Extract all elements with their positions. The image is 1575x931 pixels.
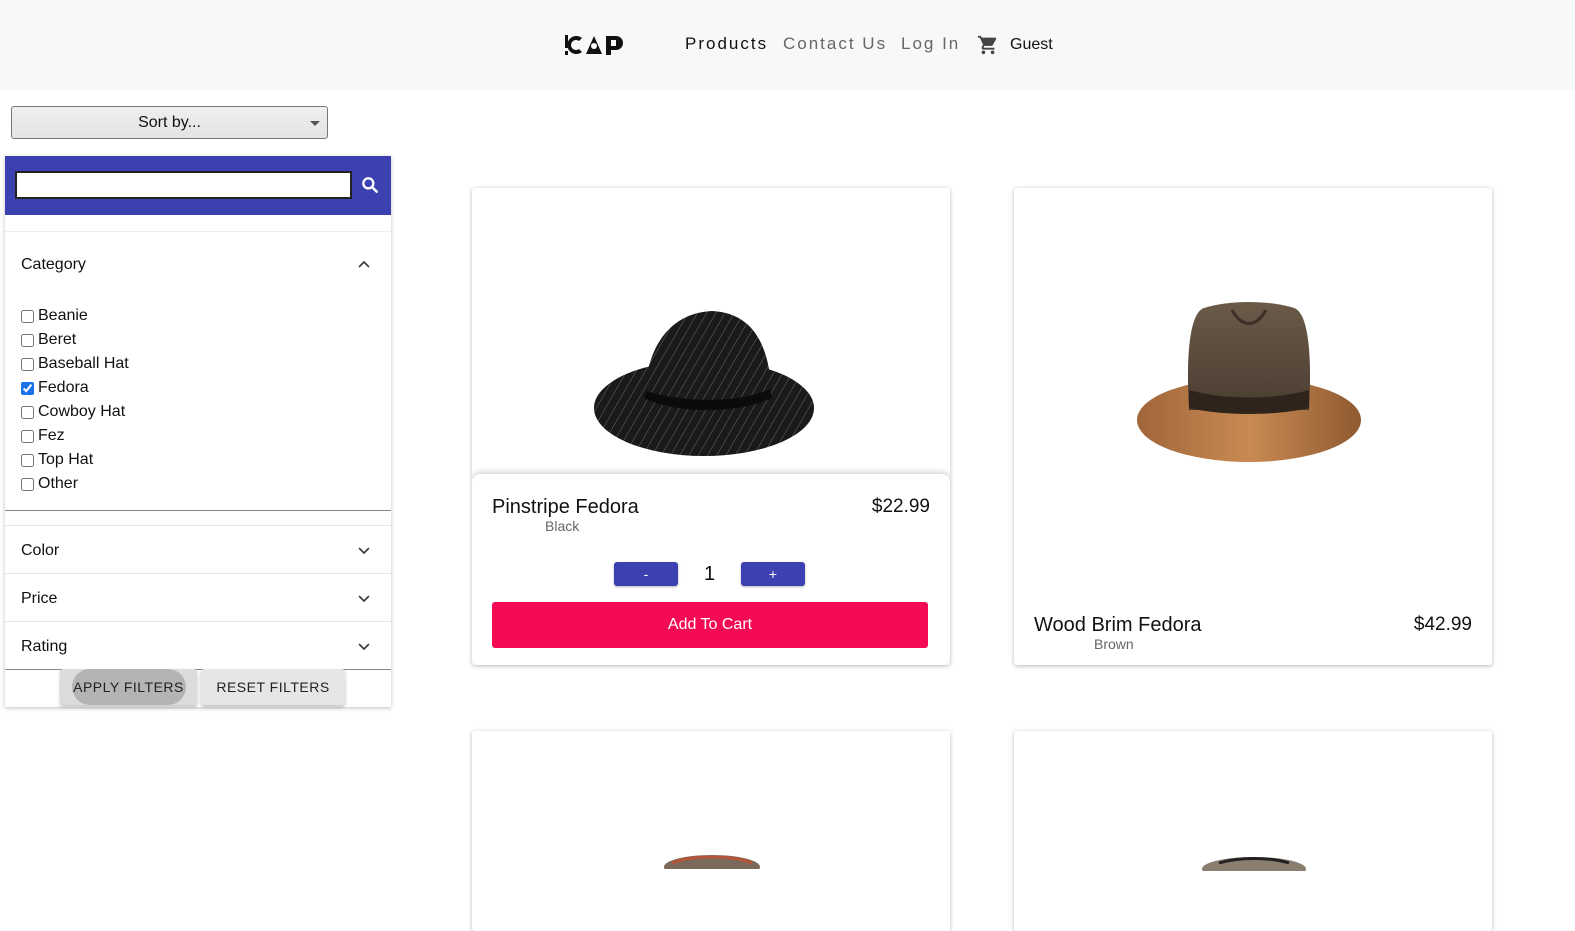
product-card[interactable]: Pinstripe Fedora Black $22.99 - 1 + Add … xyxy=(472,188,950,665)
checkbox-cowboy-hat[interactable] xyxy=(21,405,34,419)
hat-image xyxy=(1202,857,1306,871)
product-card[interactable]: Wood Brim Fedora Brown $42.99 xyxy=(1014,188,1492,665)
category-item-beret[interactable]: Beret xyxy=(21,328,129,352)
category-label: Other xyxy=(38,475,79,492)
checkbox-baseball-hat[interactable] xyxy=(21,357,34,371)
product-card[interactable] xyxy=(472,731,950,931)
product-name[interactable]: Wood Brim Fedora xyxy=(1034,613,1201,637)
category-item-other[interactable]: Other xyxy=(21,472,129,496)
category-label: Fez xyxy=(38,427,65,444)
product-name[interactable]: Pinstripe Fedora xyxy=(492,495,639,519)
color-title: Color xyxy=(21,542,60,559)
category-item-fez[interactable]: Fez xyxy=(21,424,129,448)
checkbox-beret[interactable] xyxy=(21,333,34,347)
product-info-panel: Pinstripe Fedora Black $22.99 - 1 + Add … xyxy=(472,474,950,665)
checkbox-fedora[interactable] xyxy=(21,381,34,395)
chevron-up-icon xyxy=(358,260,370,268)
category-label: Cowboy Hat xyxy=(38,403,126,420)
color-section-header[interactable]: Color xyxy=(5,525,391,573)
search-input[interactable] xyxy=(15,171,352,199)
reset-filters-button[interactable]: RESET FILTERS xyxy=(201,669,345,705)
filter-panel: Category Beanie Beret Baseball Hat Fedor… xyxy=(5,156,391,707)
price-title: Price xyxy=(21,590,58,607)
product-color: Brown xyxy=(1094,636,1134,652)
product-price: $22.99 xyxy=(871,496,930,517)
category-label: Baseball Hat xyxy=(38,355,129,372)
product-card[interactable] xyxy=(1014,731,1492,931)
category-label: Fedora xyxy=(38,379,89,396)
user-name[interactable]: Guest xyxy=(1010,34,1053,56)
rating-section-header[interactable]: Rating xyxy=(5,621,391,669)
price-section-header[interactable]: Price xyxy=(5,573,391,621)
sort-select[interactable]: Sort by... xyxy=(11,106,328,139)
category-item-fedora[interactable]: Fedora xyxy=(21,376,129,400)
category-title: Category xyxy=(21,256,86,273)
add-to-cart-button[interactable]: Add To Cart xyxy=(492,602,928,648)
quantity-value[interactable]: 1 xyxy=(678,562,741,586)
chevron-down-icon xyxy=(358,595,370,603)
chevron-down-icon xyxy=(358,547,370,555)
nav-products[interactable]: Products xyxy=(685,33,768,55)
category-item-beanie[interactable]: Beanie xyxy=(21,304,129,328)
quantity-decrease-button[interactable]: - xyxy=(614,562,678,586)
section-divider xyxy=(5,510,391,511)
category-item-baseball-hat[interactable]: Baseball Hat xyxy=(21,352,129,376)
category-list: Beanie Beret Baseball Hat Fedora Cowboy … xyxy=(21,304,129,496)
category-item-cowboy-hat[interactable]: Cowboy Hat xyxy=(21,400,129,424)
checkbox-other[interactable] xyxy=(21,477,34,491)
nav-log-in[interactable]: Log In xyxy=(901,33,960,55)
pinstripe-fedora-image xyxy=(594,311,814,456)
hat-image xyxy=(664,855,760,869)
category-label: Top Hat xyxy=(38,451,94,468)
checkbox-top-hat[interactable] xyxy=(21,453,34,467)
product-color: Black xyxy=(545,518,580,534)
apply-filters-label: APPLY FILTERS xyxy=(73,679,184,695)
top-nav-bar: Products Contact Us Log In Guest xyxy=(0,0,1575,90)
checkbox-fez[interactable] xyxy=(21,429,34,443)
category-section-header[interactable]: Category xyxy=(5,231,391,295)
cart-icon[interactable] xyxy=(977,34,999,56)
search-bar xyxy=(5,156,391,215)
rating-title: Rating xyxy=(21,638,68,655)
category-item-top-hat[interactable]: Top Hat xyxy=(21,448,129,472)
product-price: $42.99 xyxy=(1413,614,1472,635)
caret-down-icon xyxy=(310,121,320,126)
category-label: Beret xyxy=(38,331,77,348)
checkbox-beanie[interactable] xyxy=(21,309,34,323)
wood-brim-fedora-image xyxy=(1137,302,1361,462)
category-label: Beanie xyxy=(38,307,88,324)
search-icon[interactable] xyxy=(360,175,380,195)
chevron-down-icon xyxy=(358,643,370,651)
cap-logo[interactable] xyxy=(564,32,628,58)
nav-contact-us[interactable]: Contact Us xyxy=(783,33,887,55)
sort-label: Sort by... xyxy=(138,114,201,131)
apply-filters-button[interactable]: APPLY FILTERS xyxy=(60,669,197,705)
quantity-increase-button[interactable]: + xyxy=(741,562,805,586)
